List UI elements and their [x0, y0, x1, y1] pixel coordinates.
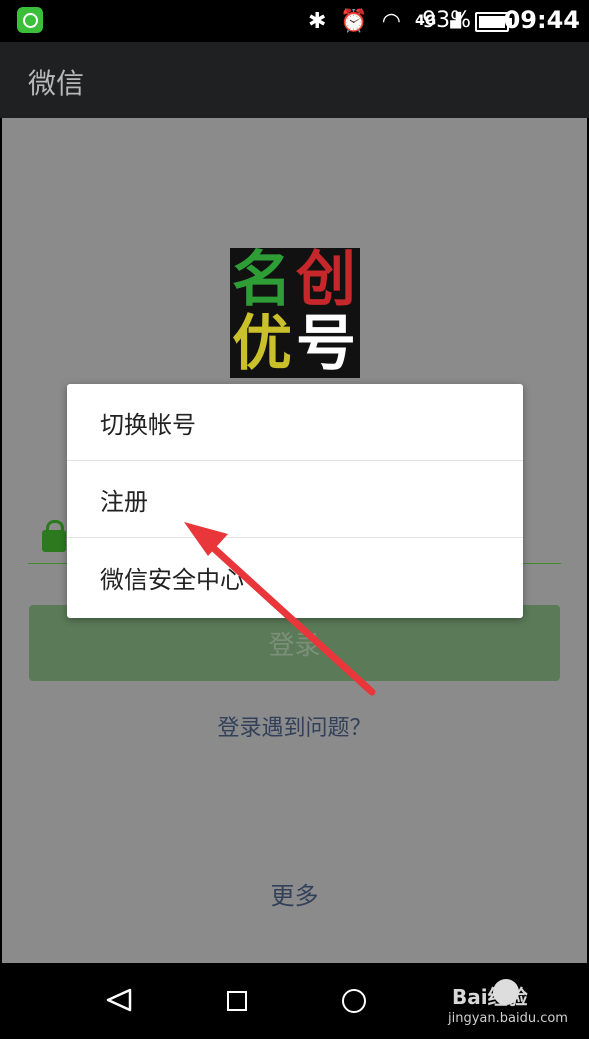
- status-bar: ✱ ⏰ ◠ 4G ▟ 93% 09:44: [0, 0, 589, 42]
- recents-icon[interactable]: [342, 989, 366, 1013]
- logo-char: 创: [296, 248, 356, 315]
- app-notification-icon: [17, 7, 43, 33]
- more-link[interactable]: 更多: [2, 876, 587, 911]
- back-icon[interactable]: [104, 987, 134, 1013]
- avatar-logo: 名 创 优 号: [230, 248, 360, 378]
- app-title: 微信: [28, 67, 85, 100]
- watermark-url: jingyan.baidu.com: [448, 1011, 568, 1026]
- popup-menu: 切换帐号 注册 微信安全中心: [67, 384, 523, 618]
- clock: 09:44: [503, 6, 580, 34]
- battery-percent: 93%: [422, 8, 471, 33]
- wifi-icon: ◠: [381, 8, 401, 34]
- menu-item-switch-account[interactable]: 切换帐号: [67, 384, 523, 461]
- logo-char: 名: [232, 248, 292, 315]
- navigation-bar: Bai经验 jingyan.baidu.com: [0, 963, 589, 1039]
- menu-item-security-center[interactable]: 微信安全中心: [67, 538, 523, 616]
- menu-item-register[interactable]: 注册: [67, 461, 523, 538]
- logo-char: 优: [232, 309, 292, 378]
- paw-icon: [493, 979, 519, 1005]
- lock-icon: [42, 520, 66, 552]
- home-icon[interactable]: [227, 991, 247, 1011]
- app-bar: 微信: [0, 42, 589, 118]
- alarm-icon: ⏰: [340, 8, 368, 34]
- bluetooth-icon: ✱: [307, 8, 327, 34]
- logo-char: 号: [296, 309, 356, 378]
- login-trouble-link[interactable]: 登录遇到问题？: [2, 710, 587, 742]
